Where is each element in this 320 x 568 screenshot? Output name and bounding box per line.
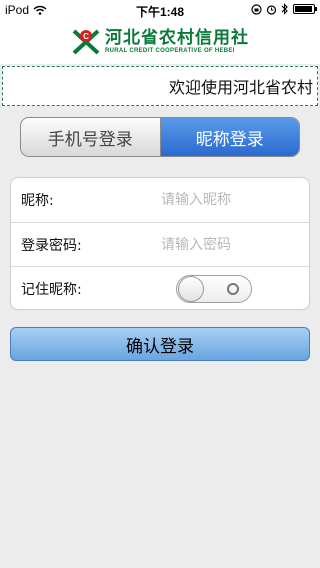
bluetooth-icon [281,3,288,15]
remember-row: 记住昵称: [11,266,309,310]
logo-text: 河北省农村信用社 RURAL CREDIT COOPERATIVE OF HEB… [105,29,249,55]
nickname-row: 昵称: [11,178,309,222]
app-header: C 河北省农村信用社 RURAL CREDIT COOPERATIVE OF H… [0,20,320,64]
logo-title-en: RURAL CREDIT COOPERATIVE OF HEBEI [105,48,235,54]
svg-text:C: C [83,32,89,41]
toggle-off-icon [227,283,239,295]
password-row: 登录密码: [11,222,309,266]
logo-icon: C [72,29,100,55]
logo-title-cn: 河北省农村信用社 [105,28,249,48]
alarm-icon [266,4,277,15]
welcome-text: 欢迎使用河北省农村 [168,78,313,97]
tab-nickname-login[interactable]: 昵称登录 [160,118,299,156]
lock-rotation-icon [251,3,262,15]
logo: C 河北省农村信用社 RURAL CREDIT COOPERATIVE OF H… [71,27,249,57]
status-right [251,3,317,15]
nickname-label: 昵称: [21,193,54,209]
battery-icon [293,4,317,14]
nickname-input[interactable] [161,185,301,215]
login-type-segment: 手机号登录 昵称登录 [20,117,300,157]
status-bar: iPod 下午1:48 [0,0,320,20]
tab-phone-login[interactable]: 手机号登录 [21,118,161,156]
welcome-marquee: 欢迎使用河北省农村 [2,66,318,106]
toggle-knob [178,276,204,302]
confirm-login-button[interactable]: 确认登录 [10,327,310,361]
password-label: 登录密码: [21,237,82,254]
password-input[interactable] [161,229,301,260]
remember-toggle[interactable] [176,275,252,303]
login-form: 昵称: 登录密码: 记住昵称: [10,177,310,310]
remember-label: 记住昵称: [21,281,82,298]
